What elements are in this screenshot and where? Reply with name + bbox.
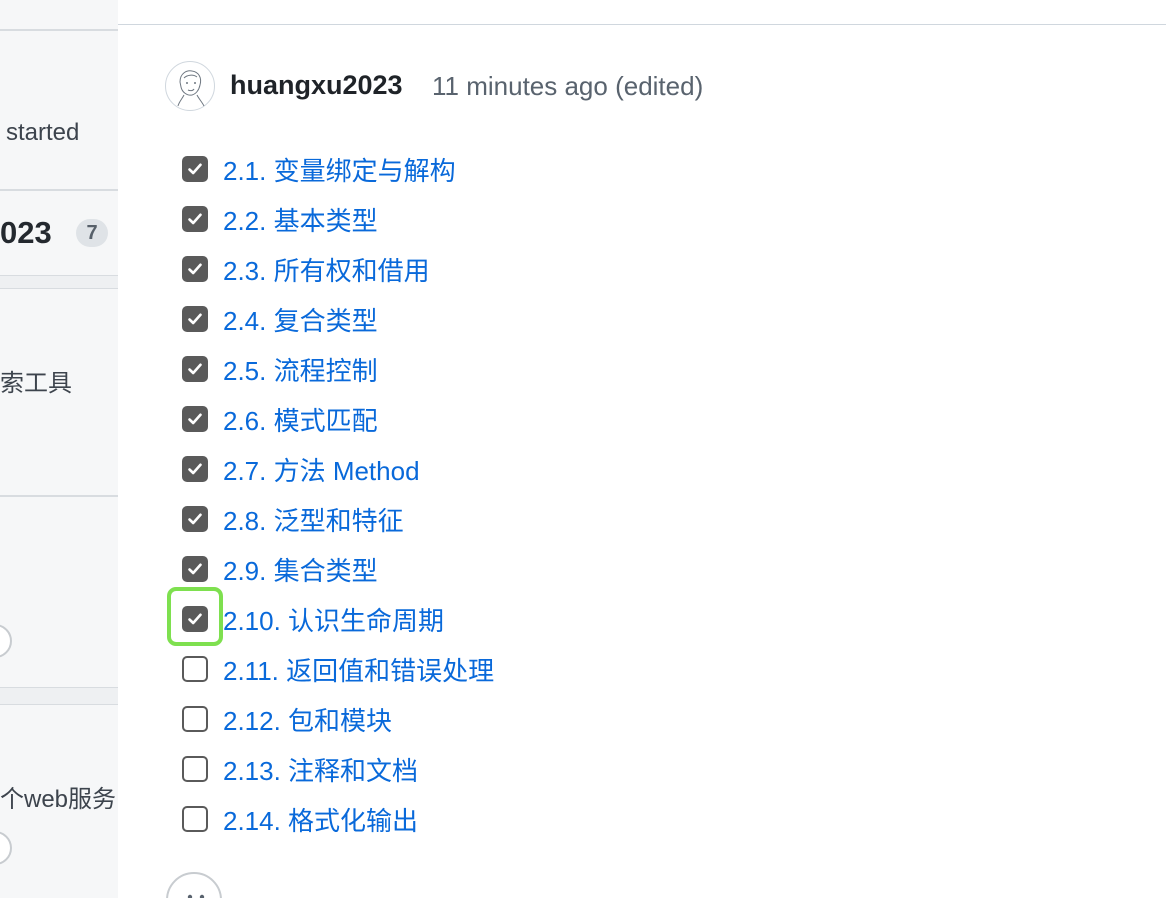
checkmark-icon bbox=[188, 563, 202, 575]
task-link[interactable]: 2.9. 集合类型 bbox=[223, 551, 378, 588]
task-list-item: 2.9. 集合类型 bbox=[182, 544, 494, 594]
checked-checkbox[interactable] bbox=[182, 206, 208, 232]
checked-checkbox[interactable] bbox=[182, 306, 208, 332]
task-list-item: 2.12. 包和模块 bbox=[182, 694, 494, 744]
task-link[interactable]: 2.1. 变量绑定与解构 bbox=[223, 151, 456, 188]
checkmark-icon bbox=[188, 513, 202, 525]
smiley-icon[interactable] bbox=[166, 872, 222, 898]
comment-panel: huangxu2023 11 minutes ago (edited) 2.1.… bbox=[118, 0, 1166, 898]
sidebar-card[interactable]: 索工具 bbox=[0, 288, 118, 496]
sidebar-card[interactable] bbox=[0, 0, 118, 30]
task-list-item: 2.13. 注释和文档 bbox=[182, 744, 494, 794]
checked-checkbox[interactable] bbox=[182, 506, 208, 532]
task-list-item: 2.11. 返回值和错误处理 bbox=[182, 644, 494, 694]
checked-checkbox[interactable] bbox=[182, 556, 208, 582]
task-list-item: 2.2. 基本类型 bbox=[182, 194, 494, 244]
user-avatar-icon[interactable] bbox=[165, 61, 215, 111]
task-list-item: 2.5. 流程控制 bbox=[182, 344, 494, 394]
sidebar-card[interactable]: 个web服务 bbox=[0, 704, 118, 898]
checked-checkbox[interactable] bbox=[182, 456, 208, 482]
checkmark-icon bbox=[188, 363, 202, 375]
task-list-item: 2.6. 模式匹配 bbox=[182, 394, 494, 444]
task-link[interactable]: 2.4. 复合类型 bbox=[223, 301, 378, 338]
task-link[interactable]: 2.2. 基本类型 bbox=[223, 201, 378, 238]
task-link[interactable]: 2.3. 所有权和借用 bbox=[223, 251, 430, 288]
count-badge: 7 bbox=[76, 219, 108, 247]
divider bbox=[118, 24, 1166, 25]
checkmark-icon bbox=[188, 263, 202, 275]
task-link[interactable]: 2.10. 认识生命周期 bbox=[223, 601, 444, 638]
sidebar-card[interactable]: started bbox=[0, 30, 118, 190]
focus-highlight bbox=[167, 587, 223, 646]
checked-checkbox[interactable] bbox=[182, 256, 208, 282]
unchecked-checkbox[interactable] bbox=[182, 756, 208, 782]
task-list-item: 2.7. 方法 Method bbox=[182, 444, 494, 494]
task-list-item: 2.14. 格式化输出 bbox=[182, 794, 494, 844]
task-list-item: 2.4. 复合类型 bbox=[182, 294, 494, 344]
checked-checkbox[interactable] bbox=[182, 406, 208, 432]
checked-checkbox[interactable] bbox=[182, 356, 208, 382]
task-list: 2.1. 变量绑定与解构 2.2. 基本类型 2.3. 所有权和借用 2.4. 复合类… bbox=[182, 144, 494, 844]
checkmark-icon bbox=[188, 163, 202, 175]
task-list-item: 2.8. 泛型和特征 bbox=[182, 494, 494, 544]
task-link[interactable]: 2.13. 注释和文档 bbox=[223, 751, 418, 788]
comment-timestamp[interactable]: 11 minutes ago (edited) bbox=[432, 71, 703, 102]
sidebar-started-text: started bbox=[6, 119, 80, 146]
checkmark-icon bbox=[188, 213, 202, 225]
checked-checkbox[interactable] bbox=[182, 156, 208, 182]
sidebar: started 023 7 索工具 个web服务 bbox=[0, 0, 118, 898]
comment-author[interactable]: huangxu2023 bbox=[230, 70, 403, 101]
unchecked-checkbox[interactable] bbox=[182, 806, 208, 832]
checkmark-icon bbox=[188, 313, 202, 325]
sidebar-item-title: 索工具 bbox=[0, 370, 72, 397]
checkmark-icon bbox=[188, 463, 202, 475]
task-link[interactable]: 2.7. 方法 Method bbox=[223, 451, 420, 488]
task-link[interactable]: 2.6. 模式匹配 bbox=[223, 401, 378, 438]
task-list-item: 2.1. 变量绑定与解构 bbox=[182, 144, 494, 194]
task-list-item: 2.10. 认识生命周期 bbox=[182, 594, 494, 644]
task-link[interactable]: 2.14. 格式化输出 bbox=[223, 801, 418, 838]
task-link[interactable]: 2.8. 泛型和特征 bbox=[223, 501, 404, 538]
sidebar-username: 023 bbox=[0, 215, 52, 250]
checkmark-icon bbox=[188, 413, 202, 425]
task-list-item: 2.3. 所有权和借用 bbox=[182, 244, 494, 294]
unchecked-checkbox[interactable] bbox=[182, 656, 208, 682]
task-link[interactable]: 2.5. 流程控制 bbox=[223, 351, 378, 388]
sidebar-item-title: 个web服务 bbox=[0, 786, 117, 813]
sidebar-card[interactable] bbox=[0, 496, 118, 688]
unchecked-checkbox[interactable] bbox=[182, 706, 208, 732]
task-link[interactable]: 2.11. 返回值和错误处理 bbox=[223, 651, 494, 688]
task-link[interactable]: 2.12. 包和模块 bbox=[223, 701, 392, 738]
